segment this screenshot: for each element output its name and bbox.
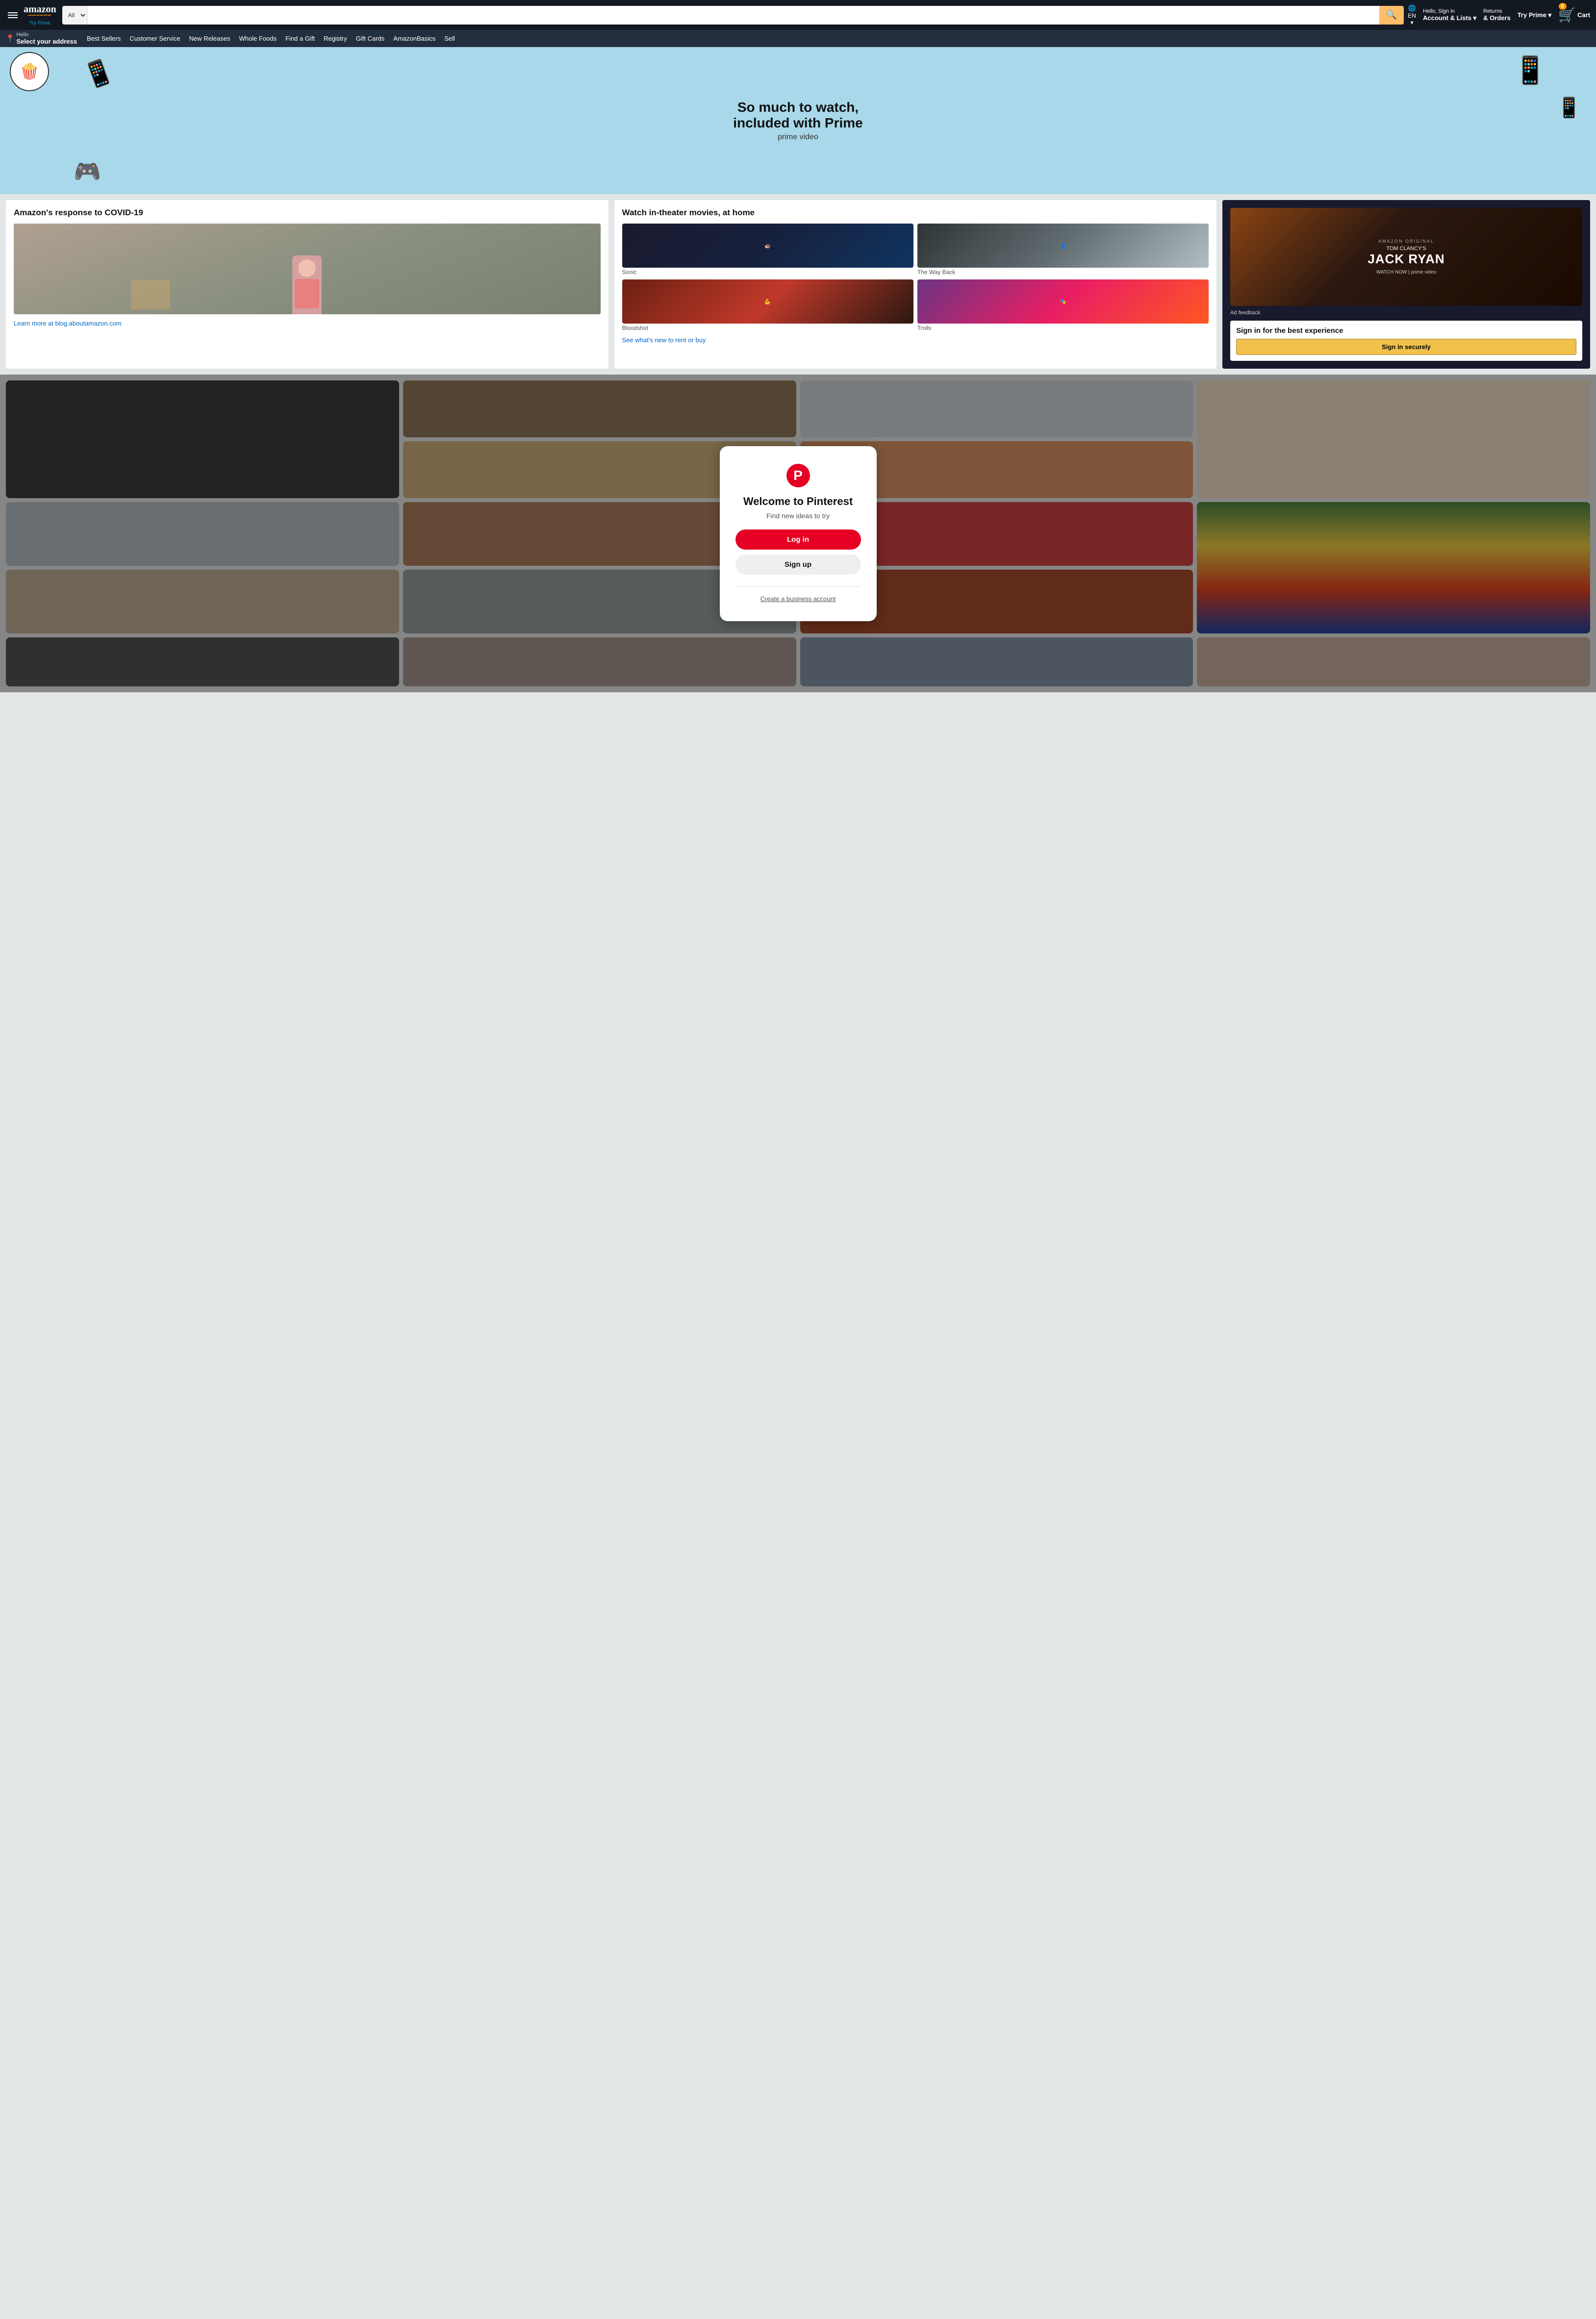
sign-in-section: Sign in for the best experience Sign in … <box>1230 321 1582 361</box>
covid-card-title: Amazon's response to COVID-19 <box>14 208 601 218</box>
amazon-try-prime-label: Try Prime <box>29 21 51 26</box>
address-selector[interactable]: 📍 Hello Select your address <box>6 32 77 45</box>
amazon-nav-bar: 📍 Hello Select your address Best Sellers… <box>0 30 1596 47</box>
sonic-thumbnail: 🦔 <box>622 224 913 268</box>
amazon-section: amazon ▔▔▔▔▔▔ Try Prime All 🔍 🌐 EN ▾ <box>0 0 1596 375</box>
pinterest-business-link[interactable]: Create a business account <box>760 595 836 603</box>
pinterest-login-button[interactable]: Log in <box>735 529 861 550</box>
pinterest-section: P Welcome to Pinterest Find new ideas to… <box>0 375 1596 692</box>
movies-grid: 🦔 Sonic 👤 The Way Back 💪 Bloodshot 🎭 Tro… <box>622 224 1209 331</box>
cart-label: Cart <box>1577 11 1590 19</box>
header-right: 🌐 EN ▾ Hello, Sign in Account & Lists ▾ … <box>1408 4 1590 26</box>
returns-top-label: Returns <box>1483 8 1511 14</box>
sign-in-button[interactable]: Sign in securely <box>1236 339 1576 355</box>
cart-button[interactable]: 🛒 0 Cart <box>1558 7 1590 23</box>
lang-chevron-icon: ▾ <box>1411 19 1414 26</box>
cards-row: Amazon's response to COVID-19 Learn more… <box>0 194 1596 375</box>
covid-learn-more-link[interactable]: Learn more at blog.aboutamazon.com <box>14 320 122 327</box>
search-input[interactable] <box>87 6 1379 25</box>
search-button[interactable]: 🔍 <box>1379 6 1404 25</box>
hero-subheadline: included with Prime <box>733 115 862 131</box>
covid-image <box>14 224 601 314</box>
amazon-top-bar: amazon ▔▔▔▔▔▔ Try Prime All 🔍 🌐 EN ▾ <box>0 0 1596 30</box>
show-name-label: TOM CLANCY'S <box>1368 246 1444 252</box>
address-hello: Hello <box>16 32 77 38</box>
controller-decoration: 🎮 <box>74 158 101 184</box>
pinterest-modal-subtitle: Find new ideas to try <box>735 512 861 520</box>
address-label: Select your address <box>16 38 77 45</box>
jack-ryan-image: AMAZON ORIGINAL TOM CLANCY'S JACK RYAN W… <box>1230 208 1582 306</box>
try-prime-nav-button[interactable]: Try Prime ▾ <box>1518 11 1551 19</box>
pinterest-overlay: P Welcome to Pinterest Find new ideas to… <box>0 375 1596 692</box>
language-label: EN <box>1408 12 1416 19</box>
nav-link-best-sellers[interactable]: Best Sellers <box>84 33 124 44</box>
bloodshot-thumbnail: 💪 <box>622 279 913 324</box>
returns-main-label: & Orders <box>1483 14 1511 22</box>
account-main-label: Account & Lists ▾ <box>1423 14 1476 22</box>
jack-ryan-title: JACK RYAN <box>1368 252 1444 267</box>
amazon-logo-text: amazon <box>24 4 56 15</box>
sonic-title: Sonic <box>622 269 913 276</box>
nav-link-registry[interactable]: Registry <box>321 33 350 44</box>
bloodshot-title: Bloodshot <box>622 325 913 331</box>
amazon-logo[interactable]: amazon ▔▔▔▔▔▔ Try Prime <box>24 4 56 26</box>
pinterest-divider <box>735 586 861 587</box>
movie-item-bloodshot[interactable]: 💪 Bloodshot <box>622 279 913 331</box>
trolls-thumbnail: 🎭 <box>917 279 1209 324</box>
globe-icon: 🌐 <box>1408 4 1416 12</box>
language-selector[interactable]: 🌐 EN ▾ <box>1408 4 1416 26</box>
hero-content: So much to watch, included with Prime pr… <box>733 100 862 142</box>
try-prime-nav-label: Try Prime ▾ <box>1518 11 1551 19</box>
ad-feedback-link[interactable]: Ad feedback <box>1230 310 1582 316</box>
amazon-arrow-icon: ▔▔▔▔▔▔ <box>28 15 52 21</box>
nav-link-customer-service[interactable]: Customer Service <box>127 33 183 44</box>
covid-card: Amazon's response to COVID-19 Learn more… <box>6 200 608 369</box>
movie-item-wayback[interactable]: 👤 The Way Back <box>917 224 1209 276</box>
amazon-header: amazon ▔▔▔▔▔▔ Try Prime All 🔍 🌐 EN ▾ <box>0 0 1596 47</box>
nav-link-amazon-basics[interactable]: AmazonBasics <box>390 33 438 44</box>
cart-icon: 🛒 <box>1558 7 1575 23</box>
account-menu[interactable]: Hello, Sign in Account & Lists ▾ <box>1423 8 1476 22</box>
returns-menu[interactable]: Returns & Orders <box>1483 8 1511 22</box>
pinterest-logo-icon: P <box>786 464 810 487</box>
account-hello: Hello, Sign in <box>1423 8 1476 14</box>
nav-link-find-gift[interactable]: Find a Gift <box>282 33 318 44</box>
pinterest-signup-button[interactable]: Sign up <box>735 555 861 575</box>
sign-in-title: Sign in for the best experience <box>1236 327 1576 335</box>
movies-card-title: Watch in-theater movies, at home <box>622 208 1209 218</box>
movies-see-more-link[interactable]: See what's new to rent or buy <box>622 336 1209 344</box>
nav-link-gift-cards[interactable]: Gift Cards <box>353 33 388 44</box>
movies-card: Watch in-theater movies, at home 🦔 Sonic… <box>614 200 1217 369</box>
popcorn-decoration: 🍿 <box>10 52 49 91</box>
cart-count-badge: 0 <box>1559 3 1567 10</box>
wayback-thumbnail: 👤 <box>917 224 1209 268</box>
hero-brand: prime video <box>733 133 862 142</box>
movie-item-sonic[interactable]: 🦔 Sonic <box>622 224 913 276</box>
pinterest-p-letter: P <box>793 468 803 483</box>
nav-link-new-releases[interactable]: New Releases <box>186 33 233 44</box>
amazon-original-label: AMAZON ORIGINAL <box>1368 239 1444 244</box>
nav-link-whole-foods[interactable]: Whole Foods <box>236 33 280 44</box>
pinterest-modal: P Welcome to Pinterest Find new ideas to… <box>720 446 877 621</box>
phone-decoration: 📱 <box>1557 96 1581 119</box>
search-category-select[interactable]: All <box>62 6 87 25</box>
hero-banner: 🍿 📱 🎮 📱 📱 So much to watch, included wit… <box>0 47 1596 194</box>
trolls-title: Trolls <box>917 325 1209 331</box>
wayback-title: The Way Back <box>917 269 1209 276</box>
watch-now-label: WATCH NOW | prime video <box>1368 270 1444 275</box>
remote-decoration: 📱 <box>79 55 118 93</box>
hamburger-menu-button[interactable] <box>6 10 20 20</box>
search-bar: All 🔍 <box>62 6 1404 25</box>
hero-headline: So much to watch, <box>733 100 862 115</box>
nav-link-sell[interactable]: Sell <box>441 33 458 44</box>
movie-item-trolls[interactable]: 🎭 Trolls <box>917 279 1209 331</box>
jack-ryan-card: AMAZON ORIGINAL TOM CLANCY'S JACK RYAN W… <box>1222 200 1590 369</box>
tablet-decoration: 📱 <box>1514 54 1547 86</box>
pinterest-modal-title: Welcome to Pinterest <box>735 495 861 508</box>
